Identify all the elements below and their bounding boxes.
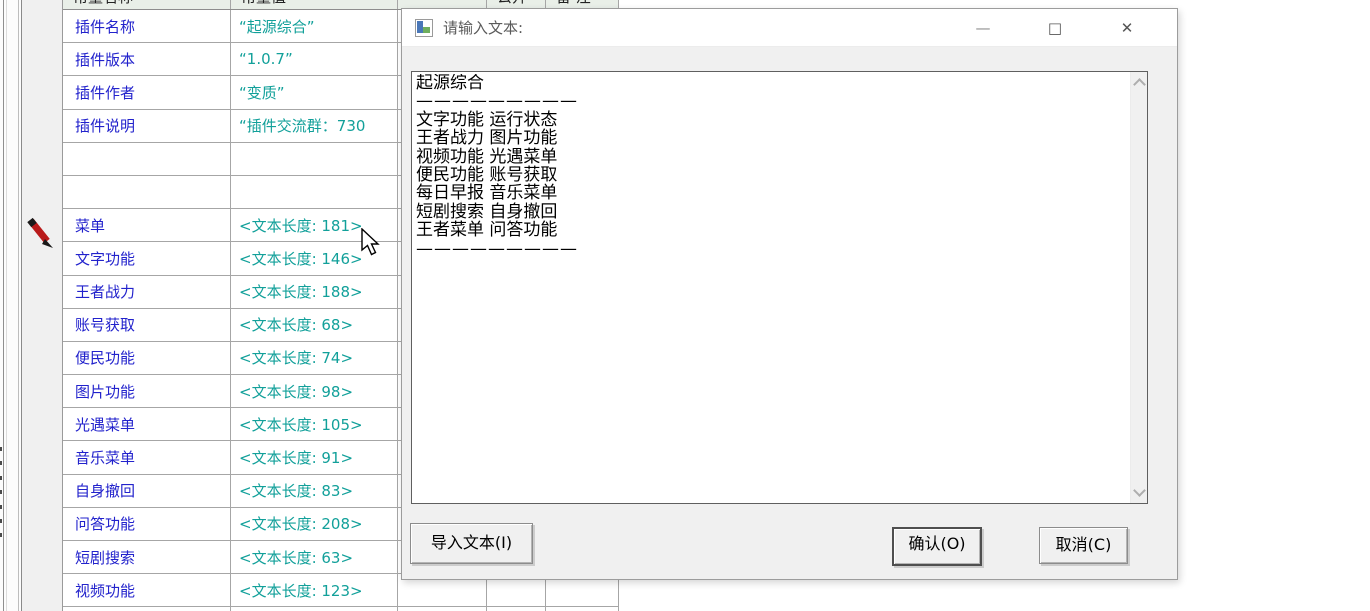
cancel-button[interactable]: 取消(C) (1039, 527, 1128, 564)
textarea-line: 文字功能 运行状态 (416, 111, 1126, 129)
clipped-text-fragment (0, 490, 2, 494)
confirm-button[interactable]: 确认(O) (892, 527, 982, 566)
textarea-line: 王者菜单 问答功能 (416, 221, 1126, 239)
textarea-line: 王者战力 图片功能 (416, 129, 1126, 147)
textarea-line: 视频功能 光遇菜单 (416, 148, 1126, 166)
clipped-text-fragment (0, 533, 2, 537)
textarea-line: 起源综合 (416, 74, 1126, 92)
dialog-title: 请输入文本: (443, 17, 523, 38)
text-input-area[interactable]: 起源综合 ————————— 文字功能 运行状态 王者战力 图片功能 视频功能 … (411, 71, 1148, 504)
clipped-text-fragment (0, 519, 2, 523)
textarea-line: 短剧搜索 自身撤回 (416, 203, 1126, 221)
minimize-button[interactable]: — (947, 9, 1019, 47)
form-window-icon (415, 19, 433, 37)
column-header-value: 常量值 (231, 0, 398, 9)
rail-divider (3, 0, 4, 611)
input-text-dialog: 请输入文本: — □ ✕ 起源综合 ————————— 文字功能 运行状态 王者… (401, 8, 1178, 580)
dialog-titlebar[interactable]: 请输入文本: — □ ✕ (402, 9, 1177, 47)
clipped-text-fragment (0, 476, 2, 480)
textarea-line: ————————— (416, 240, 1126, 258)
textarea-line: 每日早报 音乐菜单 (416, 184, 1126, 202)
left-rail (0, 0, 62, 611)
clipped-text-fragment (0, 505, 2, 509)
rail-divider (6, 0, 7, 611)
close-button[interactable]: ✕ (1091, 9, 1163, 47)
rail-divider (21, 0, 22, 611)
table-row (63, 607, 619, 611)
textarea-content: 起源综合 ————————— 文字功能 运行状态 王者战力 图片功能 视频功能 … (416, 74, 1126, 501)
red-pencil-icon (26, 216, 56, 256)
window-controls: — □ ✕ (947, 9, 1163, 47)
maximize-button[interactable]: □ (1019, 9, 1091, 47)
chevron-down-icon[interactable] (1133, 484, 1146, 497)
column-header-name: 常量名称 (63, 0, 231, 9)
textarea-line: 便民功能 账号获取 (416, 166, 1126, 184)
import-text-button[interactable]: 导入文本(I) (410, 523, 533, 564)
clipped-text-fragment (0, 447, 2, 451)
clipped-text-fragment (0, 461, 2, 465)
textarea-line: ————————— (416, 92, 1126, 110)
screen: 常量名称 常量值 公开 备 注 插件名称“起源综合” 插件版本“1.0.7” 插… (0, 0, 1370, 611)
scrollbar[interactable] (1130, 72, 1147, 503)
rail-divider (18, 0, 19, 611)
chevron-up-icon[interactable] (1133, 78, 1146, 91)
